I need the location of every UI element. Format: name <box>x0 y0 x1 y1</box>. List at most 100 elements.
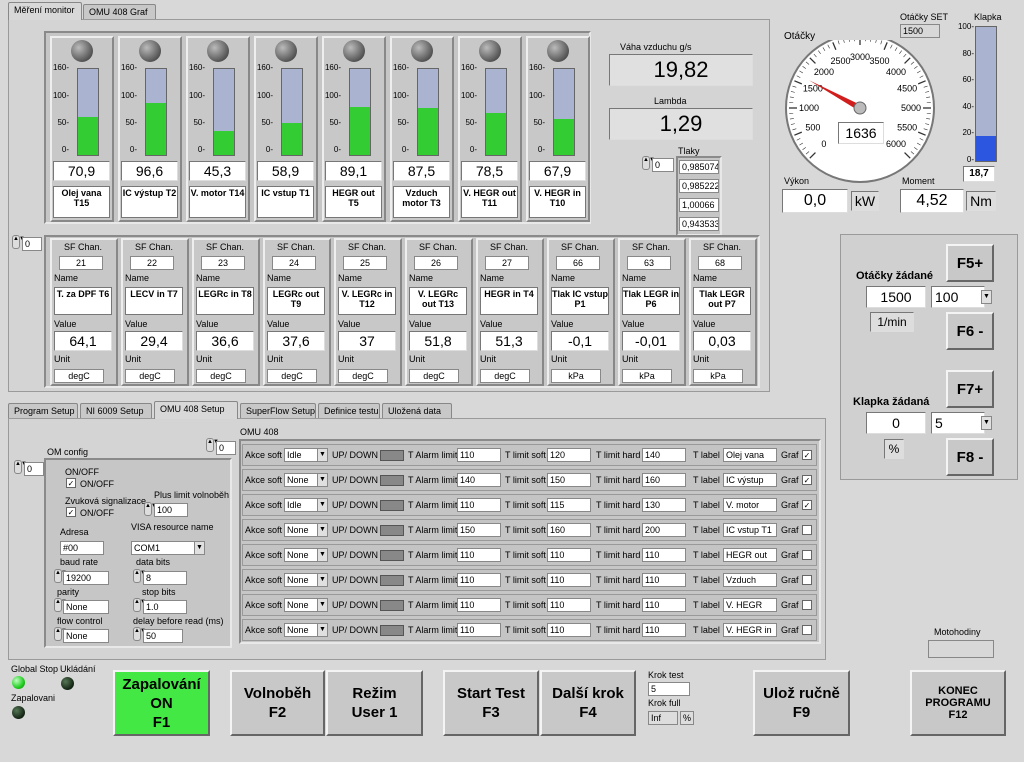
alarm-input[interactable]: 110 <box>457 598 501 612</box>
graf-checkbox[interactable] <box>802 625 812 635</box>
tlabel-input[interactable]: Vzduch <box>723 573 777 587</box>
soft-input[interactable]: 120 <box>547 448 591 462</box>
zvuk-checkbox[interactable]: ✓ <box>66 507 76 517</box>
sf-chan-value[interactable]: 68 <box>698 256 742 270</box>
akce-dropdown[interactable]: ▼ <box>317 623 328 637</box>
tlabel-input[interactable]: Olej vana <box>723 448 777 462</box>
alarm-input[interactable]: 110 <box>457 573 501 587</box>
akce-select[interactable]: None <box>284 523 318 537</box>
graf-checkbox[interactable] <box>802 525 812 535</box>
stopbits-spinner[interactable]: ▲▼ <box>133 598 146 612</box>
dalsi-krok-button[interactable]: Další krok F4 <box>540 670 636 736</box>
klapka-step-dropdown[interactable]: ▼ <box>981 416 992 430</box>
tlabel-input[interactable]: IC vstup T1 <box>723 523 777 537</box>
tlabel-input[interactable]: IC výstup <box>723 473 777 487</box>
alarm-input[interactable]: 110 <box>457 548 501 562</box>
parity-spinner[interactable]: ▲▼ <box>54 598 67 612</box>
tlaky-spinner[interactable]: ▲▼ <box>642 156 655 170</box>
otacky-zadane-input[interactable]: 1500 <box>866 286 926 308</box>
sf-spinner[interactable]: ▲▼ <box>12 235 25 249</box>
om-spinner[interactable]: ▲▼ <box>14 460 27 474</box>
akce-select[interactable]: None <box>284 598 318 612</box>
tab-definice-testu[interactable]: Definice testu <box>318 403 380 419</box>
adresa-input[interactable]: #00 <box>60 541 104 555</box>
zapalovani-button[interactable]: Zapalování ON F1 <box>113 670 210 736</box>
plus-limit-input[interactable]: 100 <box>154 503 188 517</box>
akce-select[interactable]: Idle <box>284 448 318 462</box>
updown-switch[interactable] <box>380 600 404 611</box>
visa-select[interactable]: COM1 <box>131 541 195 555</box>
graf-checkbox[interactable]: ✓ <box>802 475 812 485</box>
soft-input[interactable]: 110 <box>547 548 591 562</box>
akce-select[interactable]: None <box>284 623 318 637</box>
f7-button[interactable]: F7+ <box>946 370 994 408</box>
updown-switch[interactable] <box>380 450 404 461</box>
stopbits-input[interactable]: 1.0 <box>143 600 187 614</box>
delay-spinner[interactable]: ▲▼ <box>133 627 146 641</box>
delay-input[interactable]: 50 <box>143 629 183 643</box>
alarm-input[interactable]: 150 <box>457 523 501 537</box>
flow-input[interactable]: None <box>63 629 109 643</box>
tlabel-input[interactable]: HEGR out <box>723 548 777 562</box>
akce-dropdown[interactable]: ▼ <box>317 548 328 562</box>
akce-dropdown[interactable]: ▼ <box>317 498 328 512</box>
sf-chan-value[interactable]: 23 <box>201 256 245 270</box>
f8-button[interactable]: F8 - <box>946 438 994 476</box>
klapka-step-select[interactable]: 5 <box>931 412 985 434</box>
om-spinner2[interactable]: ▲▼ <box>206 438 219 452</box>
om-index[interactable]: 0 <box>24 462 44 476</box>
hard-input[interactable]: 110 <box>642 623 686 637</box>
baud-input[interactable]: 19200 <box>63 571 109 585</box>
alarm-input[interactable]: 110 <box>457 623 501 637</box>
tab-superflow-setup[interactable]: SuperFlow Setup <box>240 403 316 419</box>
sf-chan-value[interactable]: 63 <box>627 256 671 270</box>
hard-input[interactable]: 200 <box>642 523 686 537</box>
otacky-step-dropdown[interactable]: ▼ <box>981 290 992 304</box>
om-onoff-checkbox[interactable]: ✓ <box>66 478 76 488</box>
uloz-rucne-button[interactable]: Ulož ručně F9 <box>753 670 850 736</box>
tlabel-input[interactable]: V. motor <box>723 498 777 512</box>
sf-chan-value[interactable]: 24 <box>272 256 316 270</box>
rezim-button[interactable]: Režim User 1 <box>326 670 423 736</box>
updown-switch[interactable] <box>380 475 404 486</box>
flow-spinner[interactable]: ▲▼ <box>54 627 67 641</box>
akce-select[interactable]: Idle <box>284 498 318 512</box>
soft-input[interactable]: 110 <box>547 623 591 637</box>
sf-chan-value[interactable]: 22 <box>130 256 174 270</box>
updown-switch[interactable] <box>380 500 404 511</box>
sf-chan-value[interactable]: 27 <box>485 256 529 270</box>
otacky-step-select[interactable]: 100 <box>931 286 985 308</box>
sf-chan-value[interactable]: 26 <box>414 256 458 270</box>
visa-dropdown[interactable]: ▼ <box>194 541 205 555</box>
graf-checkbox[interactable] <box>802 600 812 610</box>
hard-input[interactable]: 110 <box>642 548 686 562</box>
akce-dropdown[interactable]: ▼ <box>317 523 328 537</box>
databits-input[interactable]: 8 <box>143 571 187 585</box>
hard-input[interactable]: 110 <box>642 573 686 587</box>
sf-chan-value[interactable]: 25 <box>343 256 387 270</box>
tlaky-index[interactable]: 0 <box>652 158 674 172</box>
akce-dropdown[interactable]: ▼ <box>317 598 328 612</box>
alarm-input[interactable]: 140 <box>457 473 501 487</box>
soft-input[interactable]: 110 <box>547 573 591 587</box>
start-test-button[interactable]: Start Test F3 <box>443 670 539 736</box>
akce-select[interactable]: None <box>284 573 318 587</box>
tab-ulo-en-data[interactable]: Uložená data <box>382 403 452 419</box>
sf-chan-value[interactable]: 66 <box>556 256 600 270</box>
alarm-input[interactable]: 110 <box>457 448 501 462</box>
sf-chan-value[interactable]: 21 <box>59 256 103 270</box>
tab-omu408-graf[interactable]: OMU 408 Graf <box>83 4 156 20</box>
hard-input[interactable]: 130 <box>642 498 686 512</box>
tlabel-input[interactable]: V. HEGR <box>723 598 777 612</box>
updown-switch[interactable] <box>380 550 404 561</box>
akce-select[interactable]: None <box>284 548 318 562</box>
databits-spinner[interactable]: ▲▼ <box>133 569 146 583</box>
tab-omu-408-setup[interactable]: OMU 408 Setup <box>154 401 238 419</box>
graf-checkbox[interactable]: ✓ <box>802 450 812 460</box>
hard-input[interactable]: 110 <box>642 598 686 612</box>
akce-dropdown[interactable]: ▼ <box>317 473 328 487</box>
klapka-zadana-input[interactable]: 0 <box>866 412 926 434</box>
updown-switch[interactable] <box>380 525 404 536</box>
sf-index[interactable]: 0 <box>22 237 42 251</box>
soft-input[interactable]: 115 <box>547 498 591 512</box>
